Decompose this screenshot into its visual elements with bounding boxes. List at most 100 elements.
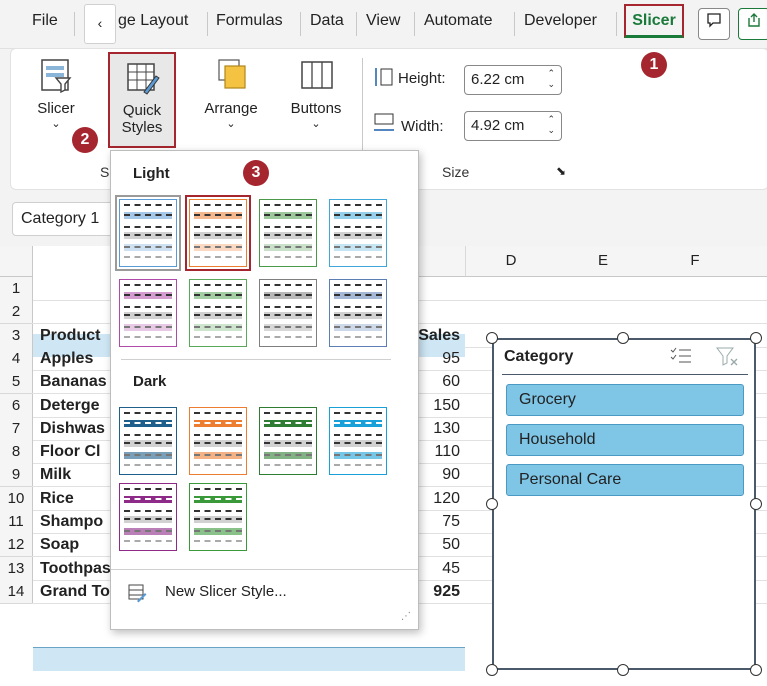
dialog-launcher-icon[interactable]: ⬊ (556, 164, 566, 178)
width-input[interactable]: 4.92 cm ⌃ ⌄ (464, 111, 562, 141)
row-header[interactable]: 2 (0, 300, 33, 324)
cell-product[interactable]: Product (40, 324, 112, 347)
spinner-icon[interactable]: ⌃ ⌄ (547, 68, 555, 90)
tab-page-layout[interactable]: ge Layout (118, 12, 188, 30)
separator (414, 12, 415, 36)
slicer-icon (41, 59, 72, 94)
tab-slicer[interactable]: Slicer (624, 4, 684, 38)
multi-select-icon[interactable] (670, 346, 692, 366)
row-header[interactable]: 10 (0, 487, 33, 511)
clear-filter-icon[interactable] (716, 346, 740, 368)
slicer-style-swatch[interactable] (189, 483, 247, 551)
slicer-style-swatch[interactable] (259, 199, 317, 267)
column-header[interactable] (417, 246, 466, 277)
column-header[interactable] (741, 246, 767, 277)
row-header[interactable]: 5 (0, 370, 33, 394)
row-header[interactable]: 1 (0, 277, 33, 301)
tab-file[interactable]: File (32, 12, 58, 30)
resize-handle[interactable] (486, 332, 498, 344)
row-header[interactable]: 11 (0, 510, 33, 534)
slicer-style-swatch[interactable] (329, 279, 387, 347)
light-section-label: Light (133, 165, 170, 182)
slicer-item-personal-care[interactable]: Personal Care (506, 464, 744, 496)
quick-styles-button[interactable]: Quick Styles (108, 52, 176, 148)
chevron-down-icon: ⌄ (51, 118, 61, 130)
slicer-style-swatch[interactable] (329, 407, 387, 475)
cell-product[interactable]: Milk (40, 463, 112, 486)
cell-product[interactable]: Bananas (40, 370, 112, 393)
step-badge-3: 3 (243, 160, 269, 186)
row-header[interactable]: 8 (0, 440, 33, 464)
height-icon (372, 66, 394, 88)
size-group-label: Size (442, 164, 470, 180)
menu-bar: File ‹ ge Layout Formulas Data View Auto… (0, 0, 767, 49)
select-all-corner[interactable] (0, 246, 33, 277)
slicer-style-swatch[interactable] (189, 279, 247, 347)
tab-view[interactable]: View (366, 12, 400, 30)
slicer-style-swatch[interactable] (185, 195, 251, 271)
category-slicer[interactable]: Category Grocery Household Personal Care (492, 338, 756, 670)
column-header-d[interactable]: D (465, 246, 558, 277)
cell-product[interactable]: Apples (40, 347, 112, 370)
buttons-button[interactable]: Buttons ⌄ (284, 56, 348, 130)
slicer-style-swatch[interactable] (119, 407, 177, 475)
tab-formulas[interactable]: Formulas (216, 12, 283, 30)
row-header[interactable]: 4 (0, 347, 33, 371)
row-header[interactable]: 12 (0, 533, 33, 557)
resize-handle[interactable] (750, 332, 762, 344)
tab-automate[interactable]: Automate (424, 12, 492, 30)
slicer-style-swatch[interactable] (119, 279, 177, 347)
cell-product[interactable]: Rice (40, 487, 112, 510)
divider (121, 359, 391, 360)
new-style-icon (128, 584, 147, 603)
resize-handle[interactable] (617, 664, 629, 676)
slicer-style-swatch[interactable] (115, 195, 181, 271)
cell-product[interactable]: Shampo (40, 510, 112, 533)
scroll-tabs-left-button[interactable]: ‹ (84, 4, 116, 44)
name-box[interactable]: Category 1 (12, 202, 124, 236)
slicer-style-swatch[interactable] (119, 483, 177, 551)
slicer-title: Category (504, 348, 574, 365)
resize-handle[interactable] (750, 498, 762, 510)
slicer-style-swatch[interactable] (189, 407, 247, 475)
cell-product[interactable]: Deterge (40, 394, 112, 417)
chevron-down-icon: ⌄ (311, 118, 321, 130)
tab-developer[interactable]: Developer (524, 12, 597, 30)
quick-styles-icon (127, 63, 160, 95)
cell-product[interactable]: Toothpaste (40, 557, 112, 580)
spinner-icon[interactable]: ⌃ ⌄ (547, 114, 555, 136)
cell-product[interactable]: Floor Cl (40, 440, 112, 463)
row-header[interactable]: 13 (0, 557, 33, 581)
cell-product[interactable] (40, 300, 112, 323)
height-input[interactable]: 6.22 cm ⌃ ⌄ (464, 65, 562, 95)
slicer-style-swatch[interactable] (259, 407, 317, 475)
row-header[interactable]: 6 (0, 394, 33, 418)
column-header-f[interactable]: F (649, 246, 742, 277)
slicer-item-household[interactable]: Household (506, 424, 744, 456)
row-header[interactable]: 3 (0, 324, 33, 348)
new-slicer-style-item[interactable]: New Slicer Style... (127, 579, 387, 607)
slicer-item-grocery[interactable]: Grocery (506, 384, 744, 416)
tab-data[interactable]: Data (310, 12, 344, 30)
row-header[interactable]: 9 (0, 463, 33, 487)
slicer-settings-button[interactable]: Slicer ⌄ (28, 56, 84, 130)
row-header[interactable]: 14 (0, 580, 33, 604)
resize-grip-icon[interactable]: ⋰ (401, 611, 411, 622)
column-header-e[interactable]: E (557, 246, 650, 277)
cell-product[interactable]: Soap (40, 533, 112, 556)
divider (502, 374, 748, 375)
width-icon (372, 112, 396, 134)
slicer-style-swatch[interactable] (329, 199, 387, 267)
share-icon[interactable] (738, 8, 767, 40)
cell-product[interactable] (40, 277, 112, 300)
resize-handle[interactable] (750, 664, 762, 676)
row-header[interactable]: 7 (0, 417, 33, 441)
cell-product[interactable]: Grand Total (40, 580, 112, 603)
arrange-button[interactable]: Arrange ⌄ (198, 56, 264, 130)
resize-handle[interactable] (486, 498, 498, 510)
comments-icon[interactable] (698, 8, 730, 40)
resize-handle[interactable] (486, 664, 498, 676)
slicer-style-swatch[interactable] (259, 279, 317, 347)
resize-handle[interactable] (617, 332, 629, 344)
cell-product[interactable]: Dishwas (40, 417, 112, 440)
